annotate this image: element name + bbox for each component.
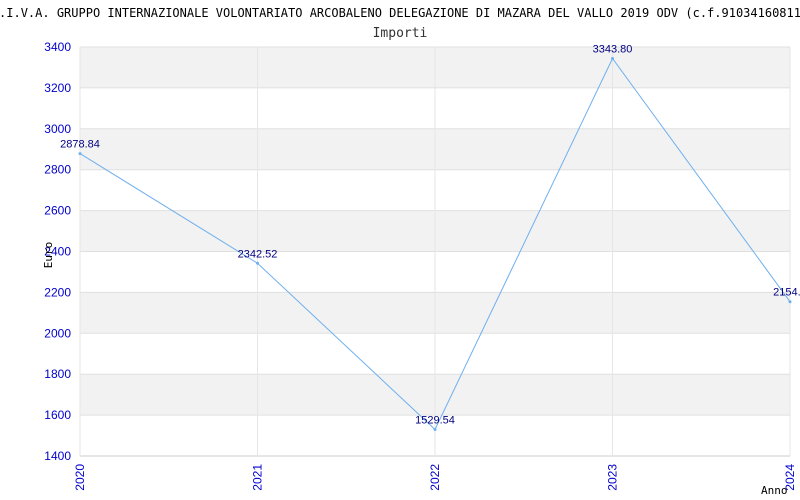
- data-point: [611, 56, 614, 60]
- data-label: 3343.80: [593, 43, 633, 55]
- line-chart: G.I.V.A. GRUPPO INTERNAZIONALE VOLONTARI…: [0, 6, 800, 497]
- y-tick-label: 2800: [44, 163, 71, 177]
- x-tick-label: 2021: [251, 464, 265, 491]
- chart-subtitle: Importi: [373, 26, 428, 41]
- x-tick-label: 2022: [428, 464, 442, 491]
- y-tick-label: 1400: [44, 449, 71, 463]
- data-point: [788, 300, 792, 304]
- y-tick-label: 2000: [44, 326, 71, 340]
- x-axis-label: Anno: [761, 484, 788, 497]
- data-label: 2878.84: [60, 139, 100, 151]
- y-tick-label: 1600: [44, 408, 71, 422]
- data-label: 1529.54: [415, 415, 455, 427]
- y-tick-label: 3200: [44, 81, 71, 95]
- x-tick-label: 2020: [73, 464, 87, 491]
- data-point: [433, 428, 437, 432]
- y-tick-label: 3000: [44, 122, 71, 136]
- data-point: [256, 261, 259, 265]
- y-tick-label: 2600: [44, 204, 71, 218]
- data-point: [78, 152, 82, 156]
- y-axis-label: Euro: [42, 242, 55, 269]
- y-tick-label: 3400: [44, 40, 71, 54]
- y-tick-label: 2200: [44, 285, 71, 299]
- y-tick-label: 1800: [44, 367, 71, 381]
- data-label: 2342.52: [238, 248, 278, 260]
- data-label: 2154.4: [773, 287, 800, 299]
- x-tick-label: 2023: [606, 464, 620, 491]
- chart-title: G.I.V.A. GRUPPO INTERNAZIONALE VOLONTARI…: [0, 6, 800, 20]
